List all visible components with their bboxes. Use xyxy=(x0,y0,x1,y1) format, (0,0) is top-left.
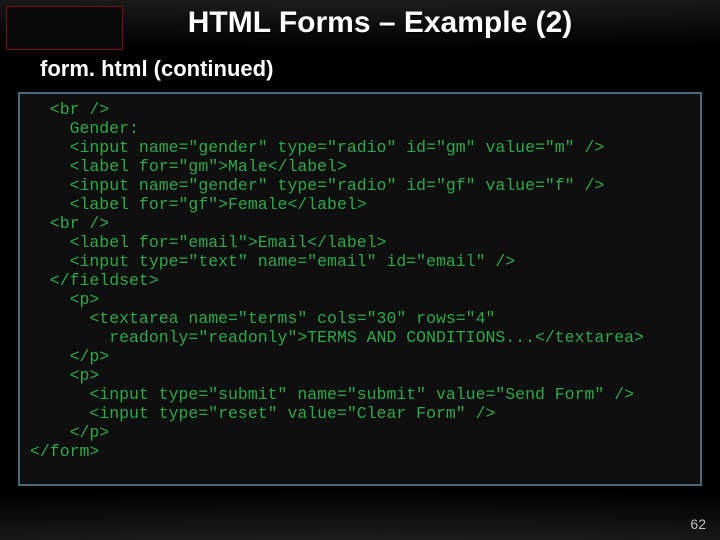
slide-title: HTML Forms – Example (2) xyxy=(0,6,720,40)
page-number: 62 xyxy=(690,516,706,532)
code-block-frame: <br /> Gender: <input name="gender" type… xyxy=(18,92,702,486)
slide-subtitle: form. html (continued) xyxy=(40,56,273,82)
decorative-bottom-wave xyxy=(0,480,720,540)
code-block: <br /> Gender: <input name="gender" type… xyxy=(30,100,690,461)
